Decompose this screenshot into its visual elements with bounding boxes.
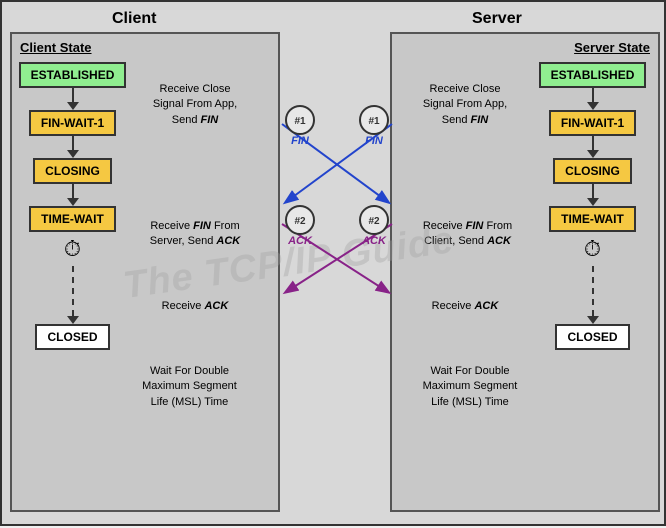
server-timer-icon: ⏱	[584, 236, 601, 262]
svg-text:#1: #1	[294, 116, 306, 127]
server-state-established: ESTABLISHED	[539, 62, 647, 88]
svg-text:FIN: FIN	[291, 135, 310, 147]
server-state-closing: CLOSING	[553, 158, 632, 184]
server-desc-2: Receive FIN FromClient, Send ACK	[400, 219, 535, 250]
client-desc-2: Receive FIN FromServer, Send ACK	[130, 219, 260, 250]
svg-text:ACK: ACK	[361, 235, 387, 247]
client-desc-1: Receive CloseSignal From App,Send FIN	[130, 82, 260, 128]
server-desc-1: Receive CloseSignal From App,Send FIN	[400, 82, 530, 128]
server-state-finwait1: FIN-WAIT-1	[549, 110, 636, 136]
client-state-closed: CLOSED	[35, 324, 109, 350]
diagram-container: Client Server Client State ESTABLISHED F…	[0, 0, 666, 526]
svg-text:#1: #1	[368, 116, 380, 127]
server-state-label: Server State	[400, 40, 650, 55]
svg-text:#2: #2	[368, 216, 380, 227]
client-title: Client	[112, 10, 156, 28]
server-state-closed: CLOSED	[555, 324, 629, 350]
server-state-timewait: TIME-WAIT	[549, 206, 636, 232]
server-desc-4: Wait For DoubleMaximum SegmentLife (MSL)…	[400, 364, 540, 410]
client-state-established: ESTABLISHED	[19, 62, 127, 88]
server-desc-3: Receive ACK	[400, 299, 530, 314]
client-state-closing: CLOSING	[33, 158, 112, 184]
server-title: Server	[472, 10, 522, 28]
svg-text:ACK: ACK	[287, 235, 313, 247]
client-state-finwait1: FIN-WAIT-1	[29, 110, 116, 136]
svg-text:#2: #2	[294, 216, 306, 227]
client-panel: Client State ESTABLISHED FIN-WAIT-1 CLOS…	[10, 32, 280, 512]
client-timer-icon: ⏱	[64, 236, 81, 262]
svg-text:FIN: FIN	[365, 135, 384, 147]
client-desc-4: Wait For DoubleMaximum SegmentLife (MSL)…	[117, 364, 262, 410]
client-state-label: Client State	[20, 40, 270, 55]
client-state-timewait: TIME-WAIT	[29, 206, 116, 232]
server-panel: Server State ESTABLISHED FIN-WAIT-1 CLOS…	[390, 32, 660, 512]
client-desc-3: Receive ACK	[130, 299, 260, 314]
